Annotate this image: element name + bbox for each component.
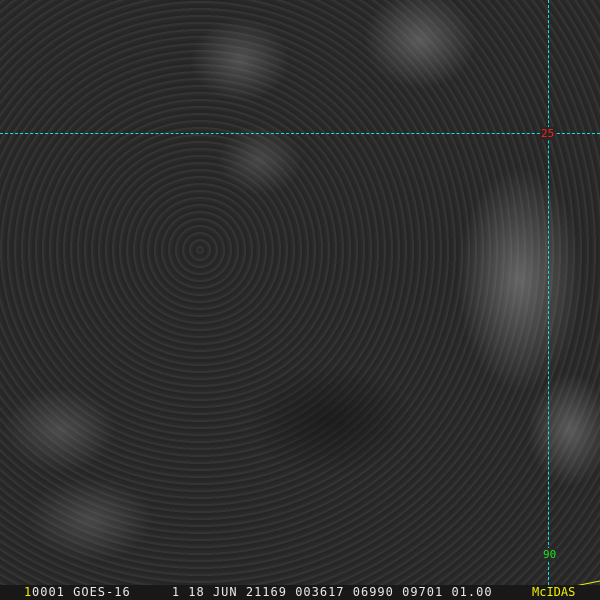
status-bar: 1 0001 GOES-16 1 18 JUN 21169 003617 0699… — [0, 585, 600, 600]
longitude-label: 90 — [542, 548, 558, 561]
satellite-frame: 25 90 1 0001 GOES-16 1 18 JUN 21169 00361… — [0, 0, 600, 600]
mcidas-logo: McIDAS — [532, 585, 576, 599]
coastline — [554, 580, 600, 593]
frame-number: 1 — [24, 585, 32, 599]
latitude-label: 25 — [540, 127, 556, 140]
longitude-grid-line — [548, 0, 549, 585]
latitude-grid-line — [0, 133, 600, 134]
image-info: 0001 GOES-16 1 18 JUN 21169 003617 06990… — [32, 585, 493, 599]
